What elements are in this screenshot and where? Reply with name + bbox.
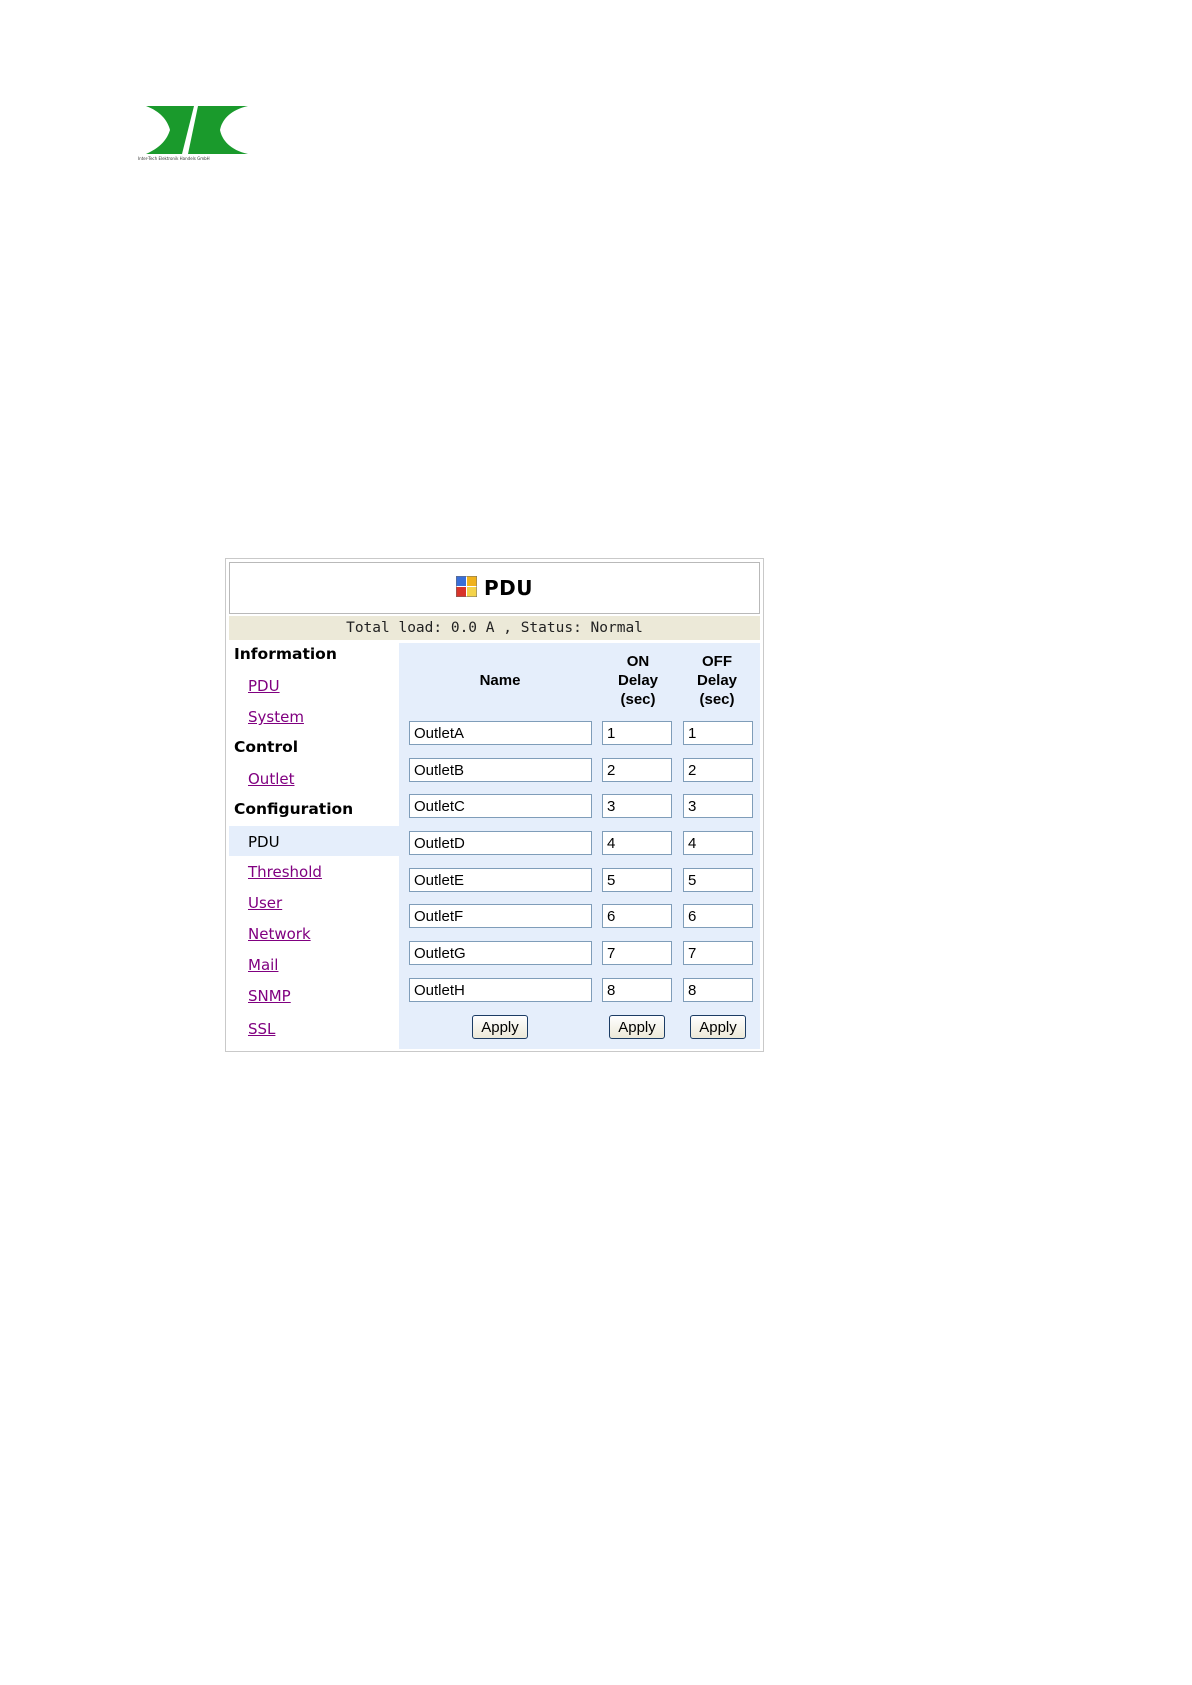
column-header-on-delay-line3: (sec) [620,691,656,708]
sidebar-current-label: PDU [248,833,280,851]
column-header-on-delay-line2: Delay [617,672,659,689]
off-delay-input[interactable] [683,794,753,818]
title-bar: PDU [229,562,760,614]
outlet-name-input[interactable] [409,831,592,855]
logo-mark-icon [146,106,248,154]
sidebar-link-snmp[interactable]: SNMP [248,987,291,1005]
sidebar-link-ssl[interactable]: SSL [248,1020,275,1038]
off-delay-input[interactable] [683,758,753,782]
outlet-name-input[interactable] [409,721,592,745]
column-header-off-delay-line2: Delay [696,672,738,689]
off-delay-input[interactable] [683,831,753,855]
sidebar-link-outlet[interactable]: Outlet [248,770,294,788]
sidebar-heading-information: Information [234,645,337,663]
off-delay-input[interactable] [683,941,753,965]
on-delay-input[interactable] [602,758,672,782]
apply-on-delay-button[interactable]: Apply [609,1015,665,1039]
outlet-name-input[interactable] [409,941,592,965]
sidebar-heading-control: Control [234,738,299,756]
column-header-off-delay-line1: OFF [702,653,732,670]
sidebar-link-threshold[interactable]: Threshold [248,863,322,881]
on-delay-input[interactable] [602,978,672,1002]
off-delay-input[interactable] [683,978,753,1002]
off-delay-input[interactable] [683,721,753,745]
on-delay-input[interactable] [602,941,672,965]
apply-name-button[interactable]: Apply [472,1015,528,1039]
sidebar-heading-configuration: Configuration [234,800,354,818]
sidebar-nav: Information PDU System Control Outlet Co… [229,643,399,1049]
on-delay-input[interactable] [602,794,672,818]
off-delay-input[interactable] [683,904,753,928]
outlet-name-input[interactable] [409,868,592,892]
outlet-name-input[interactable] [409,904,592,928]
apply-off-delay-button[interactable]: Apply [690,1015,746,1039]
column-header-off-delay: OFF Delay (sec) [679,652,755,709]
outlet-name-input[interactable] [409,794,592,818]
column-header-on-delay: ON Delay (sec) [598,652,678,709]
sidebar-link-information-pdu[interactable]: PDU [248,677,280,695]
on-delay-input[interactable] [602,831,672,855]
sidebar-link-system[interactable]: System [248,708,304,726]
sidebar-link-network[interactable]: Network [248,925,311,943]
sidebar-item-configuration-pdu-current[interactable]: PDU [229,826,399,856]
column-header-on-delay-line1: ON [626,653,650,670]
outlet-name-input[interactable] [409,758,592,782]
outlet-name-input[interactable] [409,978,592,1002]
company-logo: Inter-Tech Elektronik Handels GmbH [138,106,254,162]
on-delay-input[interactable] [602,868,672,892]
sidebar-link-mail[interactable]: Mail [248,956,278,974]
on-delay-input[interactable] [602,904,672,928]
outlet-config-table: Name ON Delay (sec) OFF Delay (sec) Outl… [399,643,760,1049]
page-title: PDU [484,576,533,600]
on-delay-input[interactable] [602,721,672,745]
column-header-name: Name [479,672,521,689]
sidebar-link-user[interactable]: User [248,894,282,912]
off-delay-input[interactable] [683,868,753,892]
pdu-panel: PDU Total load: 0.0 A , Status: Normal I… [225,558,764,1052]
pdu-color-grid-icon [456,575,477,597]
status-bar: Total load: 0.0 A , Status: Normal [229,616,760,640]
column-header-off-delay-line3: (sec) [699,691,735,708]
logo-caption: Inter-Tech Elektronik Handels GmbH [138,156,210,161]
